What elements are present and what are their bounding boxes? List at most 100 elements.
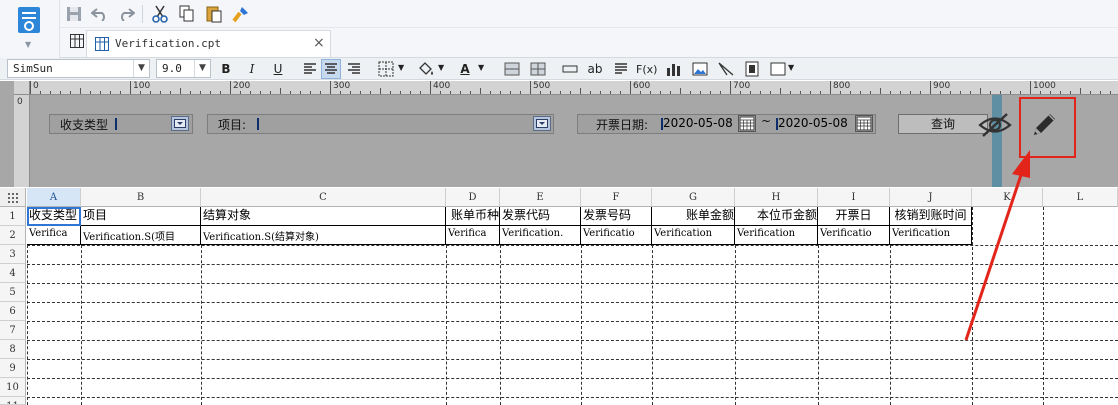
- row-header[interactable]: 4: [0, 264, 26, 283]
- table-cell[interactable]: 开票日: [818, 207, 890, 226]
- ruler-tick: [160, 91, 161, 94]
- table-cell[interactable]: 结算对象: [201, 207, 446, 226]
- chevron-down-icon[interactable]: ▼: [478, 63, 484, 72]
- horizontal-ruler: 0 100 200 300 400 500 600 700 800 900 10…: [30, 81, 1118, 95]
- row-header[interactable]: 2: [0, 226, 26, 245]
- chevron-down-icon[interactable]: ▼: [438, 63, 444, 72]
- column-header[interactable]: B: [81, 188, 201, 207]
- close-icon[interactable]: ×: [313, 35, 325, 51]
- align-right-button[interactable]: [344, 59, 364, 79]
- ruler-tick: [1110, 91, 1111, 94]
- row-header[interactable]: 1: [0, 207, 26, 226]
- align-left-button[interactable]: [300, 59, 320, 79]
- underline-button[interactable]: U: [268, 59, 288, 79]
- chart-button[interactable]: [664, 59, 684, 79]
- frame-button[interactable]: [768, 59, 788, 79]
- table-cell[interactable]: Verifica: [27, 226, 81, 245]
- date-from-input[interactable]: 2020-05-08: [659, 116, 737, 133]
- report-grid-icon[interactable]: [70, 34, 84, 51]
- table-cell[interactable]: Verification.S(项目: [81, 226, 201, 245]
- chevron-down-icon[interactable]: ▼: [25, 40, 31, 49]
- calendar-icon[interactable]: [855, 115, 873, 132]
- font-color-button[interactable]: A: [455, 59, 475, 79]
- border-button[interactable]: [376, 59, 396, 79]
- table-cell[interactable]: 本位币金额: [735, 207, 818, 226]
- ruler-tick: [1080, 88, 1081, 94]
- font-family-select[interactable]: SimSun ▼: [7, 59, 150, 78]
- column-header[interactable]: D: [446, 188, 500, 207]
- item-select[interactable]: [255, 116, 530, 133]
- column-header[interactable]: H: [735, 188, 818, 207]
- row-header[interactable]: 11: [0, 397, 26, 405]
- bold-button[interactable]: B: [216, 59, 236, 79]
- merge-cells-icon: [504, 62, 520, 76]
- copy-icon[interactable]: [177, 4, 197, 24]
- calendar-icon[interactable]: [738, 115, 756, 132]
- italic-button[interactable]: I: [242, 59, 262, 79]
- table-cell[interactable]: Verification: [735, 226, 818, 245]
- image-button[interactable]: [690, 59, 710, 79]
- paste-icon[interactable]: [204, 4, 224, 24]
- ruler-tick: [950, 91, 951, 94]
- save-icon[interactable]: [64, 4, 84, 24]
- hide-parameter-icon[interactable]: [978, 112, 1012, 141]
- row-header[interactable]: 8: [0, 340, 26, 359]
- column-header[interactable]: A: [27, 188, 81, 207]
- formula-button[interactable]: F(x): [636, 59, 657, 79]
- table-cell[interactable]: 发票号码: [581, 207, 652, 226]
- column-header[interactable]: I: [818, 188, 890, 207]
- font-size-select[interactable]: 9.0 ▼: [156, 59, 211, 78]
- chevron-down-icon[interactable]: ▼: [398, 63, 404, 72]
- chevron-down-icon[interactable]: ▼: [133, 60, 149, 77]
- table-cell[interactable]: 账单币种: [446, 207, 500, 226]
- select-all-corner[interactable]: [0, 188, 26, 207]
- merge-cells-button[interactable]: [502, 59, 522, 79]
- chevron-down-icon[interactable]: ▼: [194, 60, 210, 77]
- row-header[interactable]: 6: [0, 302, 26, 321]
- chevron-down-icon[interactable]: ▼: [788, 63, 794, 72]
- sub-report-button[interactable]: [742, 59, 762, 79]
- table-cell[interactable]: Verification.: [500, 226, 581, 245]
- column-header[interactable]: E: [500, 188, 581, 207]
- item-dropdown-button[interactable]: [533, 116, 551, 131]
- date-to-input[interactable]: 2020-05-08: [774, 116, 852, 133]
- align-center-button[interactable]: [321, 59, 341, 79]
- ruler-tick: [270, 91, 271, 94]
- column-header[interactable]: C: [201, 188, 446, 207]
- table-cell[interactable]: Verification.S(结算对象): [201, 226, 446, 245]
- align-center-icon: [325, 63, 337, 74]
- table-cell[interactable]: Verification: [652, 226, 735, 245]
- slash-button[interactable]: [716, 59, 736, 79]
- row-header[interactable]: 10: [0, 378, 26, 397]
- column-header[interactable]: F: [581, 188, 652, 207]
- ruler-label: 500: [533, 81, 551, 91]
- format-painter-icon[interactable]: [231, 4, 251, 24]
- pencil-edit-icon[interactable]: [1027, 108, 1061, 145]
- app-logo-icon[interactable]: [17, 6, 41, 36]
- cut-icon[interactable]: [150, 4, 170, 24]
- table-cell[interactable]: 项目: [81, 207, 201, 226]
- redo-icon[interactable]: [116, 4, 136, 24]
- column-header[interactable]: G: [652, 188, 735, 207]
- table-cell[interactable]: 发票代码: [500, 207, 581, 226]
- row-header[interactable]: 7: [0, 321, 26, 340]
- table-cell[interactable]: Verifica: [446, 226, 500, 245]
- table-cell[interactable]: Verificatio: [581, 226, 652, 245]
- row-header[interactable]: 9: [0, 359, 26, 378]
- tab-verification[interactable]: Verification.cpt ×: [86, 30, 331, 57]
- fill-color-button[interactable]: [416, 59, 436, 79]
- undo-icon[interactable]: [90, 4, 110, 24]
- slash-icon: [718, 62, 734, 76]
- ruler-tick: [630, 81, 631, 94]
- text-tool-button[interactable]: ab: [585, 59, 605, 79]
- paragraph-button[interactable]: [611, 59, 631, 79]
- type-dropdown-button[interactable]: [171, 116, 189, 131]
- query-button[interactable]: 查询: [898, 114, 988, 134]
- row-header[interactable]: 5: [0, 283, 26, 302]
- table-cell[interactable]: 账单金额: [652, 207, 735, 226]
- column-header[interactable]: L: [1043, 188, 1118, 207]
- table-cell[interactable]: Verificatio: [818, 226, 890, 245]
- split-cells-button[interactable]: [528, 59, 548, 79]
- text-field-button[interactable]: [560, 59, 580, 79]
- row-header[interactable]: 3: [0, 245, 26, 264]
